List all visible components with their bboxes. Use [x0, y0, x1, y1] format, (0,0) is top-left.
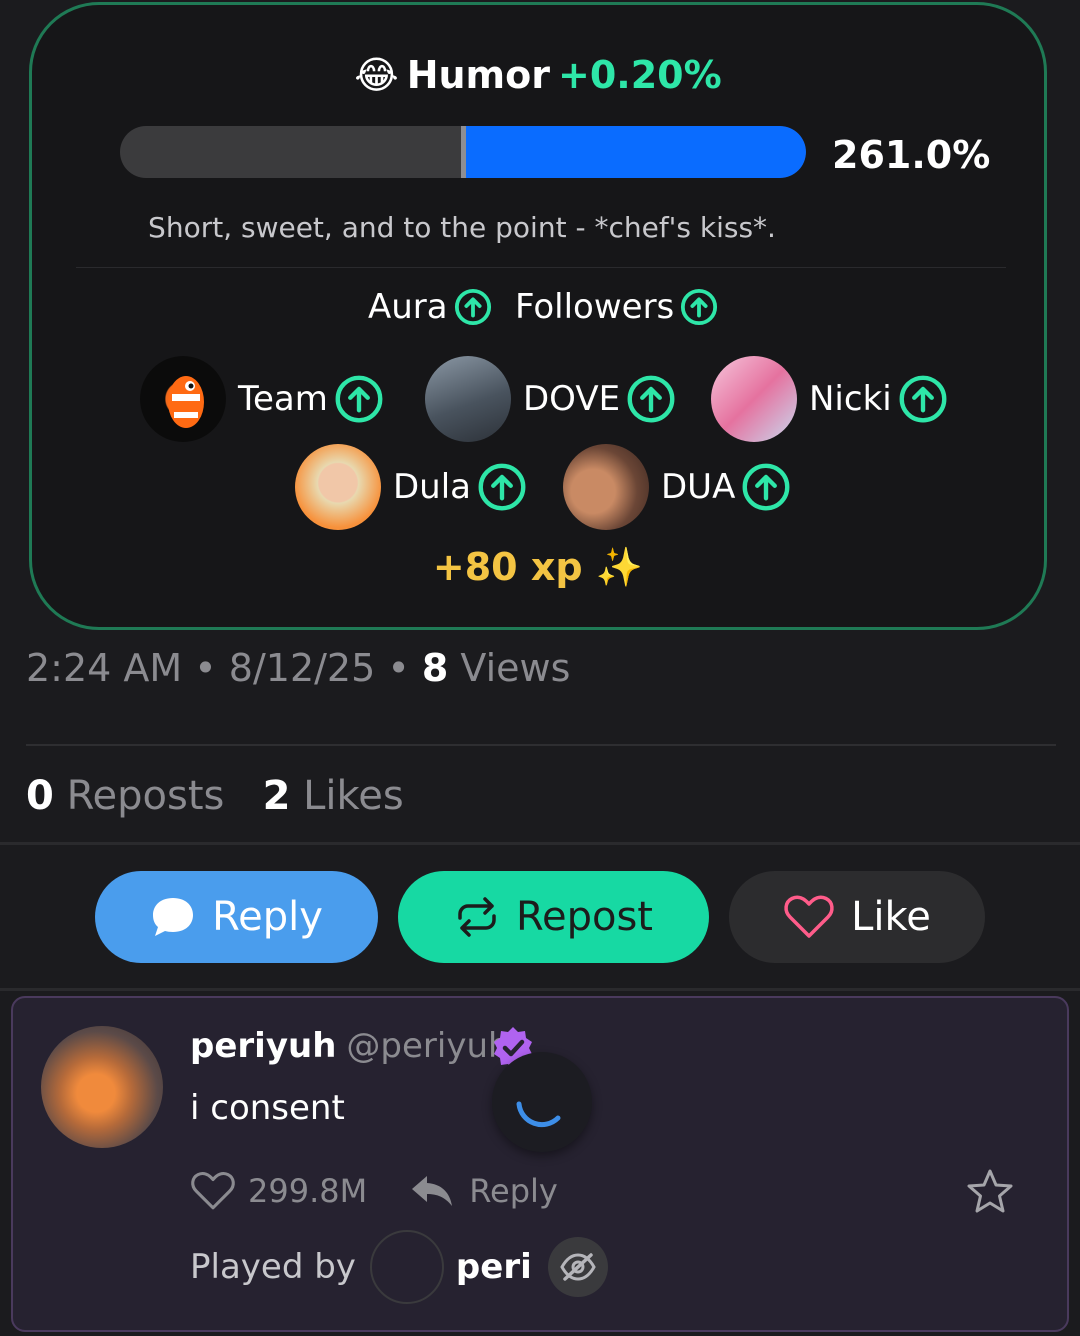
- trait-bar-fill: [463, 126, 806, 178]
- reply-author-name: periyuh: [190, 1026, 337, 1066]
- like-button-label: Like: [851, 894, 931, 940]
- person-name: DOVE: [523, 379, 621, 419]
- loading-spinner-icon: [492, 1052, 592, 1152]
- heart-icon: [784, 895, 834, 938]
- arrow-up-circle-icon: [335, 375, 383, 423]
- reposts-count: 0: [26, 773, 54, 819]
- arrow-up-circle-icon: [454, 288, 491, 326]
- divider: [0, 842, 1080, 845]
- divider: [0, 988, 1080, 991]
- reply-button[interactable]: Reply: [95, 871, 378, 963]
- reposts-label: Reposts: [66, 773, 225, 819]
- played-by-label: Played by: [190, 1247, 356, 1287]
- trait-bar-value: 261.0%: [832, 133, 991, 177]
- person-name: DUA: [661, 467, 736, 507]
- reply-text: i consent: [190, 1088, 345, 1128]
- stat-aura-label: Aura: [368, 287, 448, 327]
- reply-author-handle: @periyuh: [346, 1026, 510, 1066]
- views-label: Views: [460, 646, 571, 690]
- arrow-up-circle-icon: [478, 463, 526, 511]
- likes-stat[interactable]: 2 Likes: [263, 773, 404, 819]
- person-dula[interactable]: Dula: [295, 444, 527, 530]
- stat-followers-label: Followers: [515, 287, 675, 327]
- reply-button-label: Reply: [212, 894, 323, 940]
- reply-arrow-icon[interactable]: [409, 1173, 455, 1209]
- stat-aura: Aura: [368, 287, 492, 327]
- likes-count: 2: [262, 773, 291, 819]
- trait-header: 😂 Humor +0.20%: [32, 53, 1044, 97]
- post-time: 2:24 AM: [26, 646, 183, 690]
- played-by-name[interactable]: peri: [456, 1247, 532, 1287]
- played-by: Played by peri: [190, 1230, 608, 1304]
- laughing-emoji-icon: 😂: [354, 53, 399, 97]
- divider: [26, 744, 1056, 746]
- arrow-up-circle-icon: [681, 288, 718, 326]
- reply-author[interactable]: periyuh @periyuh: [190, 1026, 510, 1066]
- avatar: [295, 444, 381, 530]
- star-icon[interactable]: [965, 1168, 1015, 1216]
- avatar: [140, 356, 226, 442]
- arrow-up-circle-icon: [627, 375, 675, 423]
- person-name: Nicki: [809, 379, 892, 419]
- like-button[interactable]: Like: [729, 871, 985, 963]
- repost-button-label: Repost: [516, 894, 653, 940]
- person-team[interactable]: Team: [140, 356, 384, 442]
- reply-item[interactable]: periyuh @periyuh i consent 299.8M Reply P…: [11, 996, 1069, 1332]
- post-meta: 2:24 AM • 8/12/25 • 8 Views: [26, 646, 571, 690]
- arrow-up-circle-icon: [742, 463, 790, 511]
- repost-button[interactable]: Repost: [398, 871, 709, 963]
- chat-bubble-icon: [153, 898, 194, 936]
- views-count: 8: [421, 646, 449, 690]
- xp-reward: +80 xp ✨: [432, 545, 644, 589]
- post-date: 8/12/25: [228, 646, 376, 690]
- trait-result-card: 😂 Humor +0.20% 261.0% Short, sweet, and to…: [29, 2, 1047, 630]
- trait-quote: Short, sweet, and to the point - *chef's…: [148, 211, 776, 244]
- person-name: Team: [238, 379, 328, 419]
- reply-actions: 299.8M Reply: [190, 1170, 558, 1212]
- person-nicki[interactable]: Nicki: [711, 356, 948, 442]
- eye-off-icon[interactable]: [547, 1237, 608, 1297]
- avatar: [563, 444, 649, 530]
- heart-icon[interactable]: [190, 1170, 236, 1212]
- repost-icon: [458, 897, 496, 937]
- person-dua[interactable]: DUA: [563, 444, 791, 530]
- trait-bar-center-mark: [461, 126, 466, 178]
- reply-like-count: 299.8M: [248, 1172, 368, 1210]
- engagement-counts: 0 Reposts 2 Likes: [26, 773, 404, 819]
- arrow-up-circle-icon: [899, 375, 947, 423]
- divider: [76, 267, 1006, 268]
- avatar[interactable]: [41, 1026, 163, 1148]
- likes-label: Likes: [303, 773, 404, 819]
- person-dove[interactable]: DOVE: [425, 356, 676, 442]
- reposts-stat[interactable]: 0 Reposts: [26, 773, 224, 819]
- avatar: [425, 356, 511, 442]
- avatar[interactable]: [369, 1230, 444, 1304]
- trait-name: Humor: [406, 53, 551, 97]
- avatar: [711, 356, 797, 442]
- trait-bar: [120, 126, 806, 178]
- person-name: Dula: [393, 467, 472, 507]
- reply-action-label[interactable]: Reply: [469, 1172, 558, 1210]
- stat-followers: Followers: [515, 287, 718, 327]
- trait-delta: +0.20%: [558, 53, 722, 97]
